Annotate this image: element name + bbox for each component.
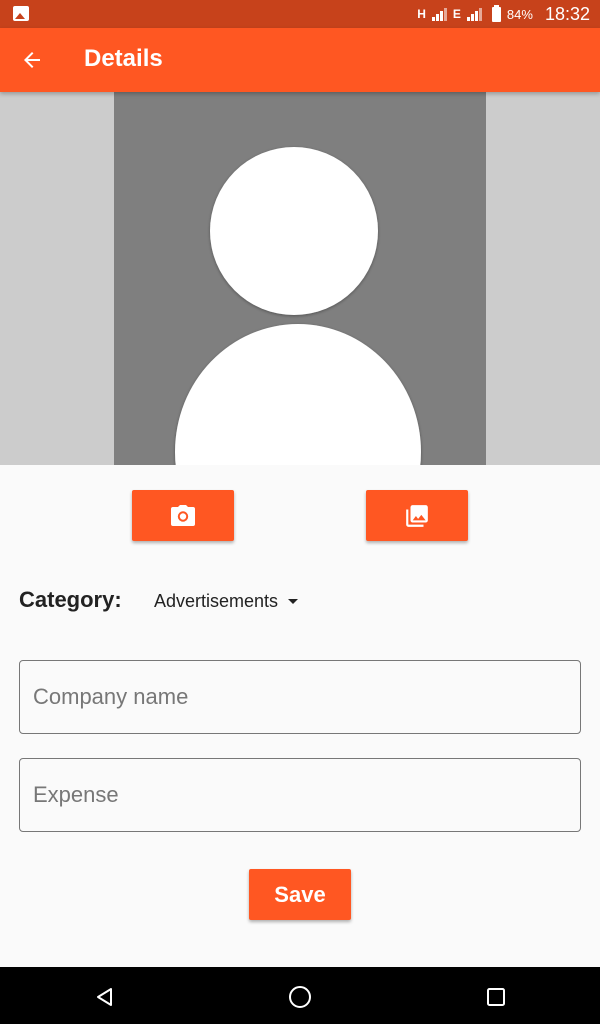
category-selected-value: Advertisements <box>154 590 279 611</box>
save-button[interactable]: Save <box>249 869 351 920</box>
signal-bars-icon <box>466 7 482 21</box>
battery-percent: 84% <box>506 6 533 22</box>
arrow-back-icon <box>24 52 40 68</box>
person-silhouette-icon <box>175 147 421 465</box>
image-notification-icon <box>13 6 29 21</box>
nav-home-circle-icon <box>289 986 311 1008</box>
network-type-2: E <box>452 7 461 21</box>
gallery-button[interactable] <box>366 490 468 541</box>
photo-library-icon <box>406 504 428 527</box>
nav-home-button[interactable] <box>278 975 322 1019</box>
signal-bars-icon <box>431 7 447 21</box>
category-label: Category: <box>19 587 122 612</box>
nav-recents-square-icon <box>487 988 505 1006</box>
photo-preview[interactable] <box>114 92 486 465</box>
company-name-field[interactable] <box>19 660 581 734</box>
photo-area <box>0 92 600 465</box>
page-title: Details <box>84 45 163 72</box>
camera-button[interactable] <box>132 490 234 541</box>
arrow-drop-down-icon <box>288 598 299 604</box>
navigation-bar <box>0 967 600 1024</box>
expense-field[interactable] <box>19 758 581 832</box>
category-dropdown[interactable]: Advertisements <box>154 588 299 614</box>
camera-icon <box>171 504 195 526</box>
back-button[interactable] <box>8 36 56 84</box>
nav-back-triangle-icon <box>97 988 112 1006</box>
app-bar: Details <box>0 28 600 92</box>
nav-recents-button[interactable] <box>474 975 518 1019</box>
battery-icon <box>491 4 501 22</box>
clock: 18:32 <box>544 3 590 24</box>
status-bar: H E 84% 18:32 <box>0 0 600 28</box>
nav-back-button[interactable] <box>83 975 127 1019</box>
network-type-1: H <box>417 7 426 21</box>
status-indicators: H E 84% 18:32 <box>417 0 590 28</box>
